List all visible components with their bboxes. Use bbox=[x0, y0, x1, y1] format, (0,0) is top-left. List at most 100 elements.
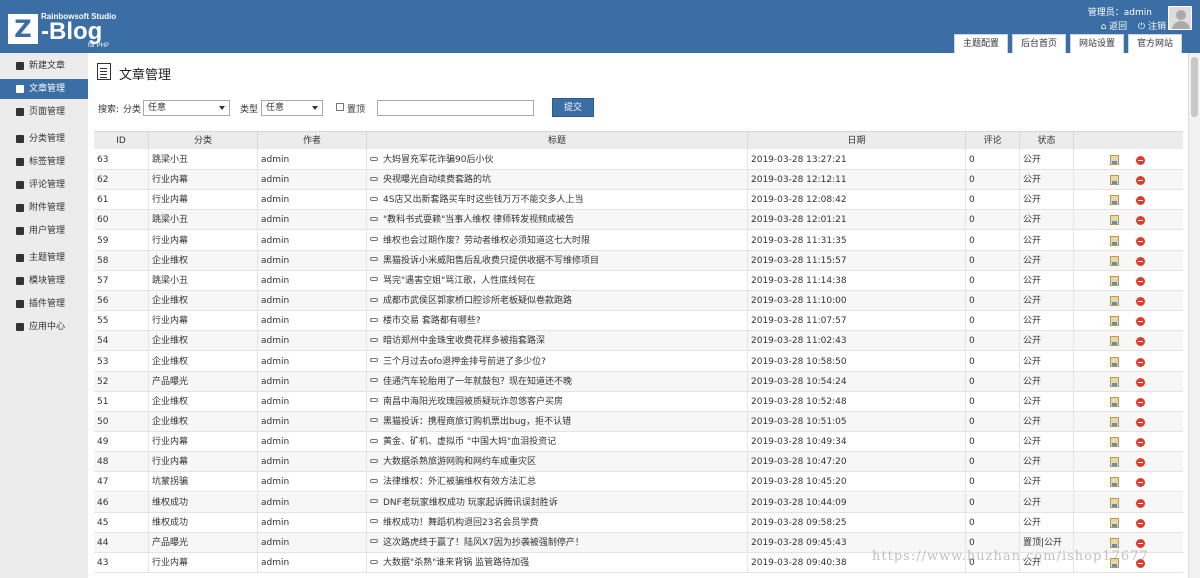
cell-title[interactable]: 大妈冒充军花诈骗90后小伙 bbox=[366, 150, 747, 170]
cell-title[interactable]: 维权成功！舞蹈机构退回23名会员学费 bbox=[366, 512, 747, 533]
delete-icon[interactable] bbox=[1136, 397, 1145, 407]
edit-icon[interactable] bbox=[1110, 457, 1119, 468]
cell-title[interactable]: 骂完"遇害空姐"骂江歌，人性底线何在 bbox=[366, 270, 747, 291]
cell-title[interactable]: 南昌中海阳光玫瑰园被质疑玩诈忽悠客户买房 bbox=[366, 391, 747, 412]
article-title[interactable]: 维权成功！舞蹈机构退回23名会员学费 bbox=[383, 518, 538, 528]
delete-icon[interactable] bbox=[1136, 417, 1145, 427]
cell-title[interactable]: 法律维权：外汇被骗维权有效方法汇总 bbox=[366, 472, 747, 493]
header-id[interactable]: ID bbox=[94, 132, 148, 150]
sidebar-item-4[interactable]: 标签管理 bbox=[0, 152, 88, 172]
delete-icon[interactable] bbox=[1136, 256, 1145, 266]
edit-icon[interactable] bbox=[1110, 336, 1119, 347]
delete-icon[interactable] bbox=[1136, 276, 1145, 286]
logout-link[interactable]: ⏻ 注销 bbox=[1138, 22, 1166, 32]
article-title[interactable]: 成都市武侯区郭家桥口腔诊所老板疑似卷款跑路 bbox=[383, 296, 572, 306]
edit-icon[interactable] bbox=[1110, 396, 1119, 407]
article-title[interactable]: 骂完"遇害空姐"骂江歌，人性底线何在 bbox=[383, 276, 535, 286]
edit-icon[interactable] bbox=[1110, 235, 1119, 246]
cell-title[interactable]: 黑猫投诉：携程商旅订购机票出bug，拒不认错 bbox=[366, 411, 747, 432]
edit-icon[interactable] bbox=[1110, 437, 1119, 448]
sidebar-item-11[interactable]: 应用中心 bbox=[0, 317, 88, 337]
cell-title[interactable]: 暗访郑州中金珠宝收费花样多被指套路深 bbox=[366, 331, 747, 352]
sidebar-item-10[interactable]: 插件管理 bbox=[0, 294, 88, 314]
tab-admin-home[interactable]: 后台首页 bbox=[1011, 34, 1066, 53]
delete-icon[interactable] bbox=[1136, 498, 1145, 508]
article-title[interactable]: 三个月过去ofo退押金排号前进了多少位? bbox=[383, 357, 546, 367]
article-title[interactable]: 黄金、矿机、虚拟币 "中国大妈"血泪投资记 bbox=[383, 437, 556, 447]
article-title[interactable]: 4S店又出新套路买车时这些钱万万不能交多人上当 bbox=[383, 195, 583, 205]
article-title[interactable]: 黑猫投诉小米威阳售后乱收费只提供收据不写维修项目 bbox=[383, 256, 599, 266]
cell-title[interactable]: 黄金、矿机、虚拟币 "中国大妈"血泪投资记 bbox=[366, 432, 747, 453]
delete-icon[interactable] bbox=[1136, 236, 1145, 246]
sidebar-item-3[interactable]: 分类管理 bbox=[0, 129, 88, 149]
edit-icon[interactable] bbox=[1110, 195, 1119, 206]
cell-title[interactable]: 这次路虎终于赢了！陆风X7因为抄袭被强制停产！ bbox=[366, 532, 747, 553]
delete-icon[interactable] bbox=[1136, 377, 1145, 387]
cell-title[interactable]: 佳通汽车轮胎用了一年就鼓包？现在知道还不晚 bbox=[366, 371, 747, 392]
edit-icon[interactable] bbox=[1110, 275, 1119, 286]
cell-title[interactable]: 央视曝光自动续费套路的坑 bbox=[366, 170, 747, 191]
edit-icon[interactable] bbox=[1110, 296, 1119, 307]
cell-title[interactable]: 大数据"杀熟"谁来背锅 监管路待加强 bbox=[366, 553, 747, 573]
delete-icon[interactable] bbox=[1136, 518, 1145, 528]
article-title[interactable]: 黑猫投诉：携程商旅订购机票出bug，拒不认错 bbox=[383, 417, 571, 427]
keyword-input[interactable] bbox=[377, 100, 534, 116]
top-checkbox[interactable] bbox=[336, 103, 344, 111]
article-title[interactable]: 佳通汽车轮胎用了一年就鼓包？现在知道还不晚 bbox=[383, 377, 572, 387]
edit-icon[interactable] bbox=[1110, 497, 1119, 508]
edit-icon[interactable] bbox=[1110, 356, 1119, 367]
article-title[interactable]: 央视曝光自动续费套路的坑 bbox=[383, 175, 491, 185]
delete-icon[interactable] bbox=[1136, 357, 1145, 367]
article-title[interactable]: DNF老玩家维权成功 玩家起诉腾讯误封胜诉 bbox=[383, 498, 558, 508]
sidebar-item-1[interactable]: 文章管理 bbox=[0, 79, 88, 99]
article-title[interactable]: 维权也会过期作废？劳动者维权必须知道这七大时限 bbox=[383, 236, 590, 246]
submit-button[interactable]: 提交 bbox=[552, 98, 594, 117]
delete-icon[interactable] bbox=[1136, 156, 1145, 165]
cell-title[interactable]: 三个月过去ofo退押金排号前进了多少位? bbox=[366, 351, 747, 372]
avatar[interactable] bbox=[1168, 6, 1192, 30]
edit-icon[interactable] bbox=[1110, 537, 1119, 548]
edit-icon[interactable] bbox=[1110, 416, 1119, 427]
article-title[interactable]: 这次路虎终于赢了！陆风X7因为抄袭被强制停产！ bbox=[383, 538, 584, 548]
article-title[interactable]: "教科书式耍赖"当事人维权 律师转发视频成被告 bbox=[383, 215, 574, 225]
sidebar-item-2[interactable]: 页面管理 bbox=[0, 102, 88, 122]
cell-title[interactable]: 成都市武侯区郭家桥口腔诊所老板疑似卷款跑路 bbox=[366, 291, 747, 312]
cell-title[interactable]: "教科书式耍赖"当事人维权 律师转发视频成被告 bbox=[366, 210, 747, 231]
type-select[interactable]: 任意 bbox=[261, 100, 323, 116]
sidebar-item-8[interactable]: 主题管理 bbox=[0, 248, 88, 268]
delete-icon[interactable] bbox=[1136, 538, 1145, 548]
edit-icon[interactable] bbox=[1110, 175, 1119, 186]
category-select[interactable]: 任意 bbox=[143, 100, 230, 116]
edit-icon[interactable] bbox=[1110, 376, 1119, 387]
article-title[interactable]: 楼市交易 套路都有哪些? bbox=[383, 316, 481, 326]
scrollbar[interactable] bbox=[1188, 53, 1200, 578]
edit-icon[interactable] bbox=[1110, 477, 1119, 488]
edit-icon[interactable] bbox=[1110, 215, 1119, 226]
article-title[interactable]: 大数据"杀熟"谁来背锅 监管路待加强 bbox=[383, 558, 529, 568]
article-title[interactable]: 南昌中海阳光玫瑰园被质疑玩诈忽悠客户买房 bbox=[383, 397, 563, 407]
cell-title[interactable]: 楼市交易 套路都有哪些? bbox=[366, 311, 747, 332]
article-title[interactable]: 法律维权：外汇被骗维权有效方法汇总 bbox=[383, 477, 536, 487]
tab-site-settings[interactable]: 网站设置 bbox=[1069, 34, 1124, 53]
article-title[interactable]: 大数据杀熟旅游网购和网约车成重灾区 bbox=[383, 457, 536, 467]
article-title[interactable]: 暗访郑州中金珠宝收费花样多被指套路深 bbox=[383, 336, 545, 346]
tab-official-site[interactable]: 官方网站 bbox=[1127, 34, 1182, 53]
tab-theme-config[interactable]: 主题配置 bbox=[953, 34, 1008, 53]
zblog-logo[interactable]: Z Rainbowsoft Studio -Blog for PHP bbox=[8, 9, 128, 49]
sidebar-item-0[interactable]: 新建文章 bbox=[0, 56, 88, 76]
cell-title[interactable]: 4S店又出新套路买车时这些钱万万不能交多人上当 bbox=[366, 190, 747, 211]
edit-icon[interactable] bbox=[1110, 517, 1119, 528]
sidebar-item-5[interactable]: 评论管理 bbox=[0, 175, 88, 195]
cell-title[interactable]: 黑猫投诉小米威阳售后乱收费只提供收据不写维修项目 bbox=[366, 250, 747, 271]
article-title[interactable]: 大妈冒充军花诈骗90后小伙 bbox=[383, 155, 493, 165]
edit-icon[interactable] bbox=[1110, 155, 1119, 165]
sidebar-item-7[interactable]: 用户管理 bbox=[0, 221, 88, 241]
delete-icon[interactable] bbox=[1136, 297, 1145, 307]
back-link[interactable]: ⌂ 返回 bbox=[1101, 22, 1128, 32]
edit-icon[interactable] bbox=[1110, 316, 1119, 327]
cell-title[interactable]: DNF老玩家维权成功 玩家起诉腾讯误封胜诉 bbox=[366, 492, 747, 513]
edit-icon[interactable] bbox=[1110, 255, 1119, 266]
sidebar-item-9[interactable]: 模块管理 bbox=[0, 271, 88, 291]
sidebar-item-6[interactable]: 附件管理 bbox=[0, 198, 88, 218]
scroll-thumb[interactable] bbox=[1191, 57, 1198, 117]
